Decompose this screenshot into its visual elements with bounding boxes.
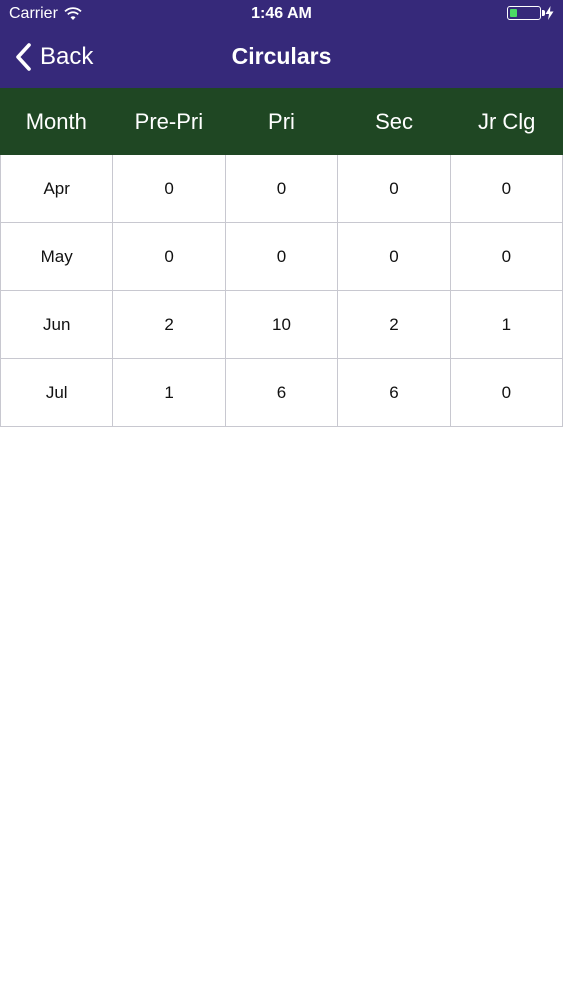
battery-icon	[507, 6, 545, 20]
count-cell: 1	[112, 359, 224, 426]
status-time: 1:46 AM	[251, 5, 312, 22]
battery-group	[507, 6, 554, 20]
count-cell: 0	[224, 155, 337, 222]
navigation-bar: Back Circulars	[0, 28, 563, 88]
count-cell: 0	[112, 155, 224, 222]
month-cell: Apr	[0, 155, 112, 222]
count-cell: 0	[337, 223, 449, 290]
count-cell: 0	[112, 223, 224, 290]
status-bar: Carrier 1:46 AM	[0, 0, 563, 28]
table-row: Jul 1 6 6 0	[0, 359, 563, 427]
count-cell: 0	[449, 359, 563, 426]
count-cell: 2	[112, 291, 224, 358]
table-header: Month Pre-Pri Pri Sec Jr Clg	[0, 88, 563, 155]
column-header: Pri	[268, 108, 295, 134]
column-header: Month	[25, 108, 87, 134]
charging-bolt-icon	[545, 6, 554, 20]
count-cell: 0	[224, 223, 337, 290]
column-header: Jr Clg	[477, 108, 536, 134]
table-row: May 0 0 0 0	[0, 223, 563, 291]
month-cell: Jun	[0, 291, 112, 358]
top-bar: Carrier 1:46 AM Back Circulars	[0, 0, 563, 88]
table-row: Jun 2 10 2 1	[0, 291, 563, 359]
count-cell: 10	[224, 291, 337, 358]
count-cell: 0	[449, 223, 563, 290]
count-cell: 6	[224, 359, 337, 426]
month-cell: May	[0, 223, 112, 290]
count-cell: 0	[337, 155, 449, 222]
column-header: Pre-Pri	[134, 108, 204, 134]
battery-fill	[510, 9, 517, 17]
column-header: Sec	[375, 108, 414, 134]
circulars-table: Apr 0 0 0 0 May 0 0 0 0 Jun 2 10 2 1 Jul 1 6 6 0	[0, 155, 563, 427]
count-cell: 6	[337, 359, 449, 426]
count-cell: 2	[337, 291, 449, 358]
month-cell: Jul	[0, 359, 112, 426]
table-row: Apr 0 0 0 0	[0, 155, 563, 223]
count-cell: 1	[449, 291, 563, 358]
count-cell: 0	[449, 155, 563, 222]
page-title: Circulars	[231, 43, 332, 69]
